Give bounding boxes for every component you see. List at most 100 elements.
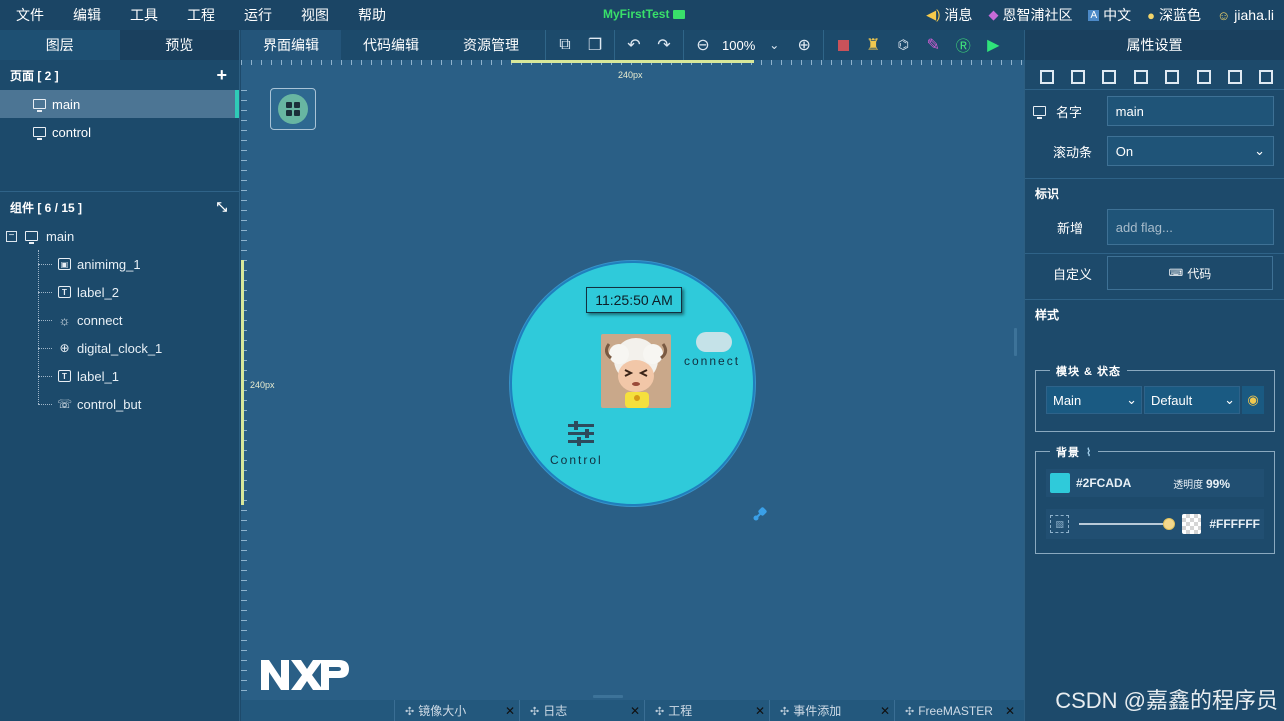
- tab-code-edit[interactable]: 代码编辑: [341, 30, 441, 60]
- screen-main-preview[interactable]: 11:25:50 AM connect Control: [510, 261, 755, 506]
- bg-color-row[interactable]: #2FCADA 透明度 99%: [1046, 469, 1264, 497]
- bg-image-row: ▧ #FFFFFF: [1046, 509, 1264, 539]
- close-icon[interactable]: ✕: [880, 704, 890, 718]
- send-back-icon[interactable]: ❐: [583, 33, 607, 57]
- close-icon[interactable]: ✕: [755, 704, 765, 718]
- scrollbar-select[interactable]: On ⌄: [1106, 136, 1274, 166]
- eye-icon[interactable]: ◉: [1242, 386, 1264, 414]
- dock-tab-log[interactable]: ✣ 日志 ✕: [519, 700, 644, 721]
- pages-section: 页面 [ 2 ] + main control: [0, 60, 239, 192]
- add-flag-input[interactable]: add flag...: [1106, 209, 1274, 245]
- tab-ui-edit[interactable]: 界面编辑: [241, 30, 341, 60]
- menu-view[interactable]: 视图: [301, 5, 329, 25]
- name-input[interactable]: main: [1106, 96, 1274, 126]
- add-page-icon[interactable]: +: [216, 65, 227, 86]
- menu-run[interactable]: 运行: [244, 5, 272, 25]
- bring-front-icon[interactable]: ⧉: [553, 33, 577, 57]
- canvas-area: 界面编辑 代码编辑 资源管理 ⧉ ❐ ↶ ↷ ⊖ 100% ⌄ ⊕ ♜ ⌬ ✎ …: [241, 30, 1024, 721]
- tree-connector: [38, 348, 52, 349]
- module-state-group: 模块 & 状态 Main ⌄ Default ⌄ ◉: [1035, 363, 1275, 432]
- expand-icon[interactable]: ⤡: [217, 199, 227, 215]
- left-panel: 图层 预览 页面 [ 2 ] + main control 组件 [ 6 / 1…: [0, 30, 240, 721]
- menu-project[interactable]: 工程: [187, 5, 215, 25]
- messages-button[interactable]: ◀) 消息: [926, 5, 972, 25]
- tree-item-label: control_but: [77, 396, 142, 412]
- page-item-main[interactable]: main: [0, 90, 239, 118]
- distribute-horizontal-icon[interactable]: [1257, 68, 1274, 84]
- dock-tab-image-size[interactable]: ✣ 镜像大小 ✕: [394, 700, 519, 721]
- align-bottom-icon[interactable]: [1195, 68, 1211, 84]
- align-hcenter-icon[interactable]: [1069, 68, 1086, 84]
- register-icon[interactable]: Ⓡ: [951, 33, 975, 57]
- close-icon[interactable]: ✕: [630, 704, 640, 718]
- code-file-icon[interactable]: ⌬: [891, 33, 915, 57]
- image-icon: ▣: [58, 258, 71, 270]
- community-label: 恩智浦社区: [1002, 7, 1073, 23]
- community-icon: ◆: [988, 7, 999, 22]
- image-placeholder-icon[interactable]: ▧: [1050, 515, 1070, 533]
- community-link[interactable]: ◆ 恩智浦社区: [988, 5, 1072, 25]
- distribute-vertical-icon[interactable]: [1226, 68, 1242, 84]
- tree-item-label2[interactable]: T label_2: [0, 278, 239, 306]
- clean-icon[interactable]: ♜: [861, 33, 885, 57]
- tree-root-main[interactable]: − main: [0, 222, 239, 250]
- language-button[interactable]: A 中文: [1088, 5, 1131, 25]
- tab-layers[interactable]: 图层: [0, 30, 120, 60]
- user-menu[interactable]: ☺ jiaha.li: [1217, 7, 1274, 23]
- brush-icon[interactable]: ⌇: [1086, 446, 1092, 459]
- tree-item-control-but[interactable]: ☏ control_but: [0, 390, 239, 418]
- wrench-icon[interactable]: ✎: [921, 33, 945, 57]
- close-icon[interactable]: ✕: [505, 704, 515, 718]
- image-color-swatch[interactable]: [1182, 514, 1202, 534]
- toolbar-divider: [683, 30, 684, 60]
- panel-splitter[interactable]: [1014, 328, 1017, 356]
- align-vcenter-icon[interactable]: [1163, 68, 1180, 84]
- chevron-down-icon[interactable]: ⌄: [762, 33, 786, 57]
- collapse-icon[interactable]: −: [6, 230, 17, 242]
- tree-item-animimg[interactable]: ▣ animimg_1: [0, 250, 239, 278]
- tab-resources[interactable]: 资源管理: [441, 30, 541, 60]
- module-select[interactable]: Main ⌄: [1046, 386, 1142, 414]
- stop-icon[interactable]: [831, 33, 855, 57]
- toolbar-divider: [823, 30, 825, 60]
- tree-item-label1[interactable]: T label_1: [0, 362, 239, 390]
- bottom-splitter[interactable]: [593, 695, 623, 698]
- run-icon[interactable]: ▶: [981, 33, 1005, 57]
- tab-preview[interactable]: 预览: [120, 30, 240, 60]
- code-button[interactable]: ⌨ 代码: [1107, 256, 1273, 290]
- tree-item-digital-clock[interactable]: ⊕ digital_clock_1: [0, 334, 239, 362]
- connect-toggle[interactable]: [696, 332, 732, 352]
- page-item-control[interactable]: control: [0, 118, 239, 146]
- move-icon: ✣: [530, 706, 540, 718]
- zoom-out-icon[interactable]: ⊖: [691, 33, 715, 57]
- theme-button[interactable]: ● 深蓝色: [1147, 5, 1201, 25]
- align-right-icon[interactable]: [1100, 68, 1117, 84]
- zoom-in-icon[interactable]: ⊕: [792, 33, 816, 57]
- bg-color-swatch[interactable]: [1050, 473, 1070, 493]
- monitor-icon: [33, 99, 46, 112]
- undo-icon[interactable]: ↶: [622, 33, 646, 57]
- sliders-icon[interactable]: [566, 421, 596, 447]
- image-opacity-slider[interactable]: [1079, 517, 1176, 531]
- dock-tab-freemaster[interactable]: ✣ FreeMASTER ✕: [894, 700, 1019, 721]
- redo-icon[interactable]: ↷: [652, 33, 676, 57]
- tree-item-connect[interactable]: ☼ connect: [0, 306, 239, 334]
- link-icon[interactable]: [753, 507, 767, 521]
- dock-tab-event-add[interactable]: ✣ 事件添加 ✕: [769, 700, 894, 721]
- digital-clock[interactable]: 11:25:50 AM: [586, 287, 682, 313]
- slider-thumb[interactable]: [1163, 518, 1176, 530]
- widget-palette-button[interactable]: [270, 88, 316, 130]
- state-select[interactable]: Default ⌄: [1144, 386, 1240, 414]
- speaker-icon: ◀): [926, 7, 941, 22]
- menu-tools[interactable]: 工具: [130, 5, 158, 25]
- menu-file[interactable]: 文件: [16, 5, 44, 25]
- align-top-icon[interactable]: [1132, 68, 1148, 84]
- align-toolbar: [1025, 60, 1284, 90]
- menu-help[interactable]: 帮助: [358, 5, 386, 25]
- menu-edit[interactable]: 编辑: [73, 5, 101, 25]
- animated-image[interactable]: [601, 334, 671, 408]
- close-icon[interactable]: ✕: [1005, 704, 1015, 718]
- align-left-icon[interactable]: [1038, 68, 1054, 84]
- scrollbar-label: 滚动条: [1053, 144, 1093, 160]
- dock-tab-project[interactable]: ✣ 工程 ✕: [644, 700, 769, 721]
